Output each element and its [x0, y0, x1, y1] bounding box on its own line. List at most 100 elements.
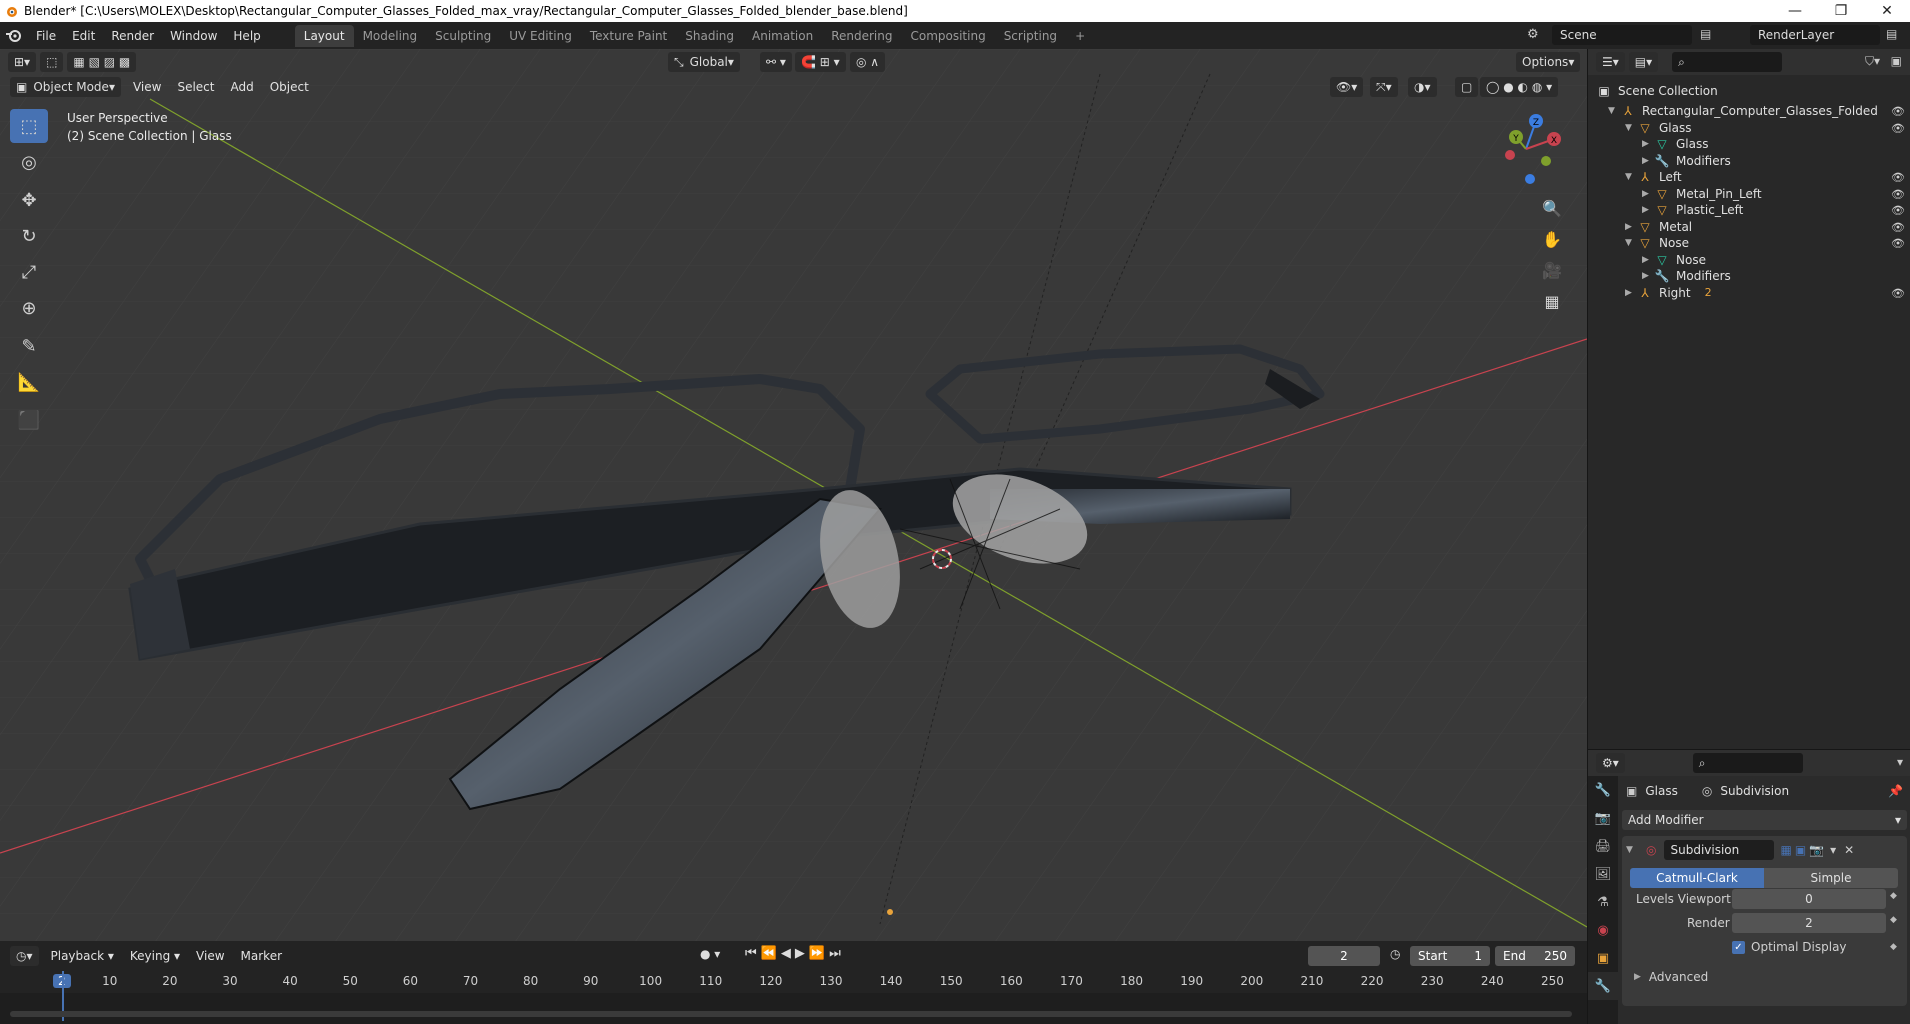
filter-icon[interactable]: ⛉▾ — [1865, 54, 1880, 69]
select-menu[interactable]: Select — [169, 80, 222, 94]
light-origin-point[interactable] — [887, 909, 893, 915]
add-cube-tool-icon[interactable]: ⬛ — [10, 403, 48, 437]
scene-selector[interactable]: Scene — [1552, 25, 1692, 45]
frame-ruler[interactable]: 210 20 30 40 50 60 70 80 90 100 110 120 130 140 150 160… — [0, 971, 1587, 993]
show-in-viewport-icon[interactable]: ▣ — [1795, 843, 1806, 857]
remove-modifier-icon[interactable]: ✕ — [1844, 843, 1854, 857]
expand-arrow-down-icon[interactable]: ▼ — [1625, 172, 1637, 182]
tab-scripting[interactable]: Scripting — [995, 25, 1066, 47]
use-preview-range-icon[interactable]: ◷ — [1390, 947, 1400, 961]
outliner-editor-type-icon[interactable]: ☰▾ — [1596, 52, 1625, 72]
camera-view-icon[interactable]: 🎥 — [1538, 256, 1566, 284]
view-layer-tab-icon[interactable]: 🖼 — [1588, 860, 1618, 888]
scene-tab-icon[interactable]: ⚗ — [1588, 888, 1618, 916]
world-tab-icon[interactable]: ◉ — [1588, 916, 1618, 944]
menu-help[interactable]: Help — [225, 25, 268, 47]
expand-arrow-down-icon[interactable]: ▼ — [1625, 238, 1637, 248]
timeline-editor-type-icon[interactable]: ◷▾ — [10, 946, 39, 966]
visibility-eye-icon[interactable]: 👁 — [1891, 188, 1905, 201]
record-icon[interactable]: ● ▾ — [700, 947, 720, 961]
visibility-icon[interactable]: 👁▾ — [1330, 77, 1364, 97]
expand-arrow-right-icon[interactable]: ▶ — [1642, 156, 1654, 166]
levels-viewport-field[interactable]: 0 — [1732, 889, 1886, 909]
expand-arrow-right-icon[interactable]: ▶ — [1625, 222, 1637, 232]
tab-rendering[interactable]: Rendering — [822, 25, 901, 47]
cursor-tool-icon[interactable]: ◎ — [10, 145, 48, 179]
rotate-tool-icon[interactable]: ↻ — [10, 219, 48, 253]
select-box-tool-icon[interactable]: ⬚ — [10, 109, 48, 143]
new-collection-icon[interactable]: ▣ — [1891, 54, 1902, 68]
navigation-gizmo[interactable]: Z Y X — [1488, 111, 1564, 187]
menu-window[interactable]: Window — [162, 25, 225, 47]
xray-toggle-icon[interactable]: ▢ — [1455, 77, 1479, 97]
properties-editor-type-icon[interactable]: ⚙▾ — [1596, 753, 1625, 773]
menu-file[interactable]: File — [28, 25, 64, 47]
select-tool-icon[interactable]: ⬚ — [40, 52, 64, 72]
add-workspace-button[interactable]: + — [1066, 25, 1094, 47]
close-window-button[interactable]: ✕ — [1864, 0, 1910, 22]
outliner-scene-collection[interactable]: ▣ Scene Collection — [1596, 81, 1906, 101]
display-mode-icon[interactable]: ▤▾ — [1628, 52, 1659, 72]
advanced-subpanel[interactable]: ▶ Advanced — [1634, 970, 1708, 984]
add-menu[interactable]: Add — [222, 80, 261, 94]
expand-arrow-right-icon[interactable]: ▶ — [1642, 205, 1654, 215]
collapse-arrow-icon[interactable]: ▼ — [1626, 845, 1638, 855]
expand-arrow-right-icon[interactable]: ▶ — [1642, 189, 1654, 199]
show-in-render-icon[interactable]: 📷 — [1809, 843, 1824, 857]
object-menu[interactable]: Object — [262, 80, 317, 94]
move-tool-icon[interactable]: ✥ — [10, 183, 48, 217]
outliner-search-input[interactable]: ⌕ — [1672, 52, 1783, 72]
snap-icon[interactable]: 🧲 ⊞ ▾ — [795, 52, 846, 72]
marker-menu[interactable]: Marker — [233, 949, 290, 963]
overlay-toggle-icon[interactable]: ◑▾ — [1408, 77, 1437, 97]
modifier-name-input[interactable]: Subdivision — [1664, 840, 1775, 860]
optimal-display-keyframe-icon[interactable]: ◆ — [1890, 942, 1897, 952]
tab-uv-editing[interactable]: UV Editing — [500, 25, 581, 47]
tool-tab-icon[interactable]: 🔧 — [1588, 776, 1618, 804]
pivot-point-icon[interactable]: ⚯ ▾ — [760, 52, 792, 72]
3d-viewport[interactable]: ⊞▾ ⬚ ▦ ▧ ▨ ▩ ⤡ Global ▾ ⚯ ▾ 🧲 ⊞ ▾ ◎ ∧ Op… — [0, 49, 1587, 941]
start-frame-field[interactable]: Start 1 — [1410, 946, 1490, 966]
end-frame-field[interactable]: End 250 — [1495, 946, 1575, 966]
scene-browse-icon[interactable]: ▤ — [1700, 27, 1711, 41]
expand-arrow-right-icon[interactable]: ▶ — [1642, 139, 1654, 149]
pin-icon[interactable]: 📌 — [1888, 784, 1903, 798]
scale-tool-icon[interactable]: ⤢ — [10, 255, 48, 289]
expand-arrow-down-icon[interactable]: ▼ — [1625, 123, 1637, 133]
measure-tool-icon[interactable]: 📐 — [10, 365, 48, 399]
tab-modeling[interactable]: Modeling — [354, 25, 427, 47]
view-menu[interactable]: View — [125, 80, 169, 94]
visibility-eye-icon[interactable]: 👁 — [1891, 204, 1905, 217]
proportional-edit-icon[interactable]: ◎ ∧ — [850, 52, 886, 72]
pan-hand-icon[interactable]: ✋ — [1538, 225, 1566, 253]
levels-viewport-keyframe-icon[interactable]: ◆ — [1890, 891, 1897, 901]
expand-arrow-right-icon[interactable]: ▶ — [1625, 288, 1637, 298]
tab-compositing[interactable]: Compositing — [901, 25, 994, 47]
view-layer-browse-icon[interactable]: ▤ — [1886, 27, 1897, 41]
visibility-eye-icon[interactable]: 👁 — [1891, 105, 1905, 118]
options-dropdown[interactable]: Options ▾ — [1516, 52, 1581, 72]
render-keyframe-icon[interactable]: ◆ — [1890, 915, 1897, 925]
properties-options-icon[interactable]: ▾ — [1897, 755, 1903, 769]
expand-arrow-right-icon[interactable]: ▶ — [1642, 255, 1654, 265]
view-layer-selector[interactable]: RenderLayer — [1750, 25, 1880, 45]
optimal-display-checkbox[interactable]: ✓ — [1732, 940, 1745, 954]
gizmo-toggle-icon[interactable]: ⤧▾ — [1370, 77, 1398, 97]
simple-button[interactable]: Simple — [1764, 868, 1898, 888]
playback-controls-icons[interactable]: ⏮⏪◀▶⏩⏭ — [745, 946, 845, 961]
visibility-eye-icon[interactable]: 👁 — [1891, 171, 1905, 184]
catmull-clark-button[interactable]: Catmull-Clark — [1630, 868, 1764, 888]
editor-type-button[interactable]: ⊞▾ — [8, 52, 37, 72]
modifier-tab-icon[interactable]: 🔧 — [1588, 972, 1618, 1000]
zoom-icon[interactable]: 🔍 — [1538, 194, 1566, 222]
timeline-track[interactable] — [0, 971, 1587, 1024]
select-mode-icons[interactable]: ▦ ▧ ▨ ▩ — [67, 52, 137, 72]
tab-sculpting[interactable]: Sculpting — [426, 25, 500, 47]
transform-orientation-dropdown[interactable]: ⤡ Global ▾ — [668, 52, 740, 72]
expand-arrow-right-icon[interactable]: ▶ — [1642, 271, 1654, 281]
maximize-button[interactable]: ❐ — [1818, 0, 1864, 22]
properties-search-input[interactable]: ⌕ — [1692, 753, 1803, 773]
menu-render[interactable]: Render — [103, 25, 162, 47]
show-in-editmode-icon[interactable]: ▦ — [1780, 843, 1791, 857]
tab-layout[interactable]: Layout — [294, 24, 354, 47]
